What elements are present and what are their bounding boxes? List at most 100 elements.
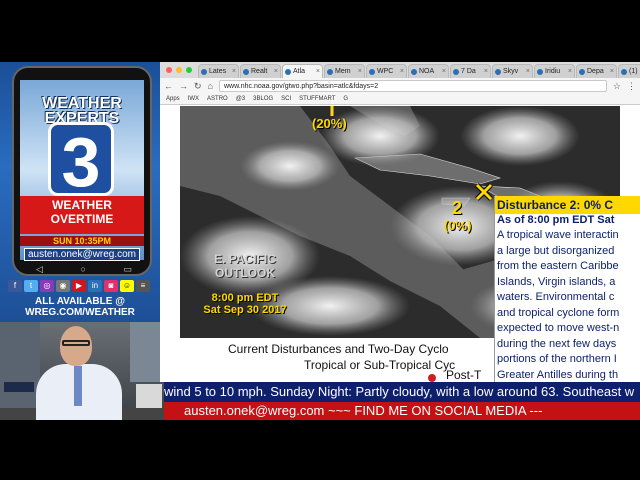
tab-close-icon[interactable]: × [232, 68, 236, 75]
browser-tab[interactable]: NOA × [408, 64, 449, 78]
reload-icon[interactable]: ↻ [194, 81, 202, 92]
tab-close-icon[interactable]: × [274, 68, 278, 75]
rss-icon: ≡ [136, 280, 150, 292]
weather-ticker: wind 5 to 10 mph. Sunday Night: Partly c… [164, 382, 640, 402]
social-ticker: austen.onek@wreg.com ~~~ FIND ME ON SOCI… [164, 402, 640, 420]
pacific-outlook-link[interactable]: E. PACIFIC OUTLOOK [204, 252, 286, 280]
home-icon: ○ [80, 264, 86, 274]
weather-ticker-text: wind 5 to 10 mph. Sunday Night: Partly c… [164, 384, 635, 399]
browser-tab[interactable]: Realt × [240, 64, 281, 78]
minimize-window-button[interactable] [176, 67, 182, 73]
overtime-line2: OVERTIME [50, 212, 114, 226]
zoom-window-button[interactable] [186, 67, 192, 73]
bookmark-item[interactable]: STUFFMART [299, 96, 335, 102]
bookmark-item[interactable]: G [343, 96, 348, 102]
tab-label: Atla [293, 68, 306, 75]
browser-tab[interactable]: Depa × [576, 64, 617, 78]
tab-label: Realt [251, 68, 268, 75]
popup-body: A tropical wave interactin a large but di… [497, 228, 640, 382]
snapchat-icon: ☺ [120, 280, 134, 292]
tab-favicon-icon [201, 68, 207, 75]
browser-tab[interactable]: Mem × [324, 64, 365, 78]
browser-tab[interactable]: Iridiu × [534, 64, 575, 78]
tab-strip: Lates × Realt × Atla × Mem × WPC × NOA × 7 Da × Skyv × I… [160, 62, 640, 78]
tab-favicon-icon [369, 68, 375, 75]
broadcast-frame: WEATHER EXPERTS 3 WEATHER OVERTIME SUN 1… [0, 0, 640, 480]
address-bar[interactable]: www.nhc.noaa.gov/gtwo.php?basin=atlc&fda… [218, 80, 607, 92]
browser-tab[interactable]: 7 Da × [450, 64, 491, 78]
menu-icon[interactable]: ⋮ [627, 81, 636, 92]
time-stamp: 8:00 pm EDT Sat Sep 30 2017 [190, 292, 300, 316]
bookmark-item[interactable]: @3 [236, 96, 245, 102]
popup-line: Islands, Virgin islands, a [497, 275, 616, 288]
browser-tab[interactable]: Lates × [198, 64, 239, 78]
popup-line: expected to move west-n [497, 322, 620, 334]
menu-icon: ▭ [123, 264, 132, 274]
popup-line: from the eastern Caribbe [497, 260, 619, 272]
tabs: Lates × Realt × Atla × Mem × WPC × NOA × 7 Da × Skyv × I… [198, 64, 640, 78]
availability-line2: WREG.COM/WEATHER [25, 307, 135, 318]
popup-line: waters. Environmental c [497, 291, 615, 303]
disturbance-popup: Disturbance 2: 0% C As of 8:00 pm EDT Sa… [494, 196, 640, 382]
facebook-icon: f [8, 280, 22, 292]
tab-label: Iridiu [545, 68, 561, 75]
tab-close-icon[interactable]: × [316, 68, 320, 75]
presenter-webcam [0, 322, 164, 420]
channel-logo: 3 [48, 122, 114, 199]
linkedin-icon: in [88, 280, 102, 292]
home-icon[interactable]: ⌂ [208, 81, 213, 91]
tab-favicon-icon [537, 68, 543, 75]
popup-line: a large but disorganized [497, 244, 615, 257]
letterbox-bottom [0, 420, 640, 480]
bookmark-item[interactable]: SCI [281, 96, 291, 102]
tab-label: (1) [629, 68, 638, 75]
time-stamp-line1: 8:00 pm EDT [211, 292, 279, 304]
legend-marker [428, 374, 436, 382]
forward-arrow-icon[interactable]: → [179, 81, 188, 91]
browser-tab[interactable]: Skyv × [492, 64, 533, 78]
tab-label: 7 Da [461, 68, 476, 75]
time-stamp-line2: Sat Sep 30 2017 [203, 304, 287, 316]
tab-close-icon[interactable]: × [568, 68, 572, 75]
tab-close-icon[interactable]: × [610, 68, 614, 75]
close-window-button[interactable] [166, 67, 172, 73]
show-time: SUN 10:35PM [20, 236, 144, 246]
popup-line: Greater Antilles during th [497, 368, 619, 381]
tab-close-icon[interactable]: × [526, 68, 530, 75]
star-icon[interactable]: ☆ [613, 81, 621, 92]
twitter-icon: t [24, 280, 38, 292]
tab-favicon-icon [453, 68, 459, 75]
popup-line: portions of the northern I [497, 353, 617, 365]
tab-favicon-icon [243, 68, 249, 75]
bookmark-item[interactable]: Apps [166, 96, 180, 102]
tab-close-icon[interactable]: × [400, 68, 404, 75]
tab-label: Mem [335, 68, 351, 75]
promo-email: austen.onek@wreg.com [24, 248, 140, 261]
tab-favicon-icon [285, 68, 291, 75]
browser-tab[interactable]: WPC × [366, 64, 407, 78]
popup-time: As of 8:00 pm EDT Sat [497, 214, 615, 226]
bookmark-item[interactable]: ASTRO [207, 96, 228, 102]
browser-toolbar: ← → ↻ ⌂ www.nhc.noaa.gov/gtwo.php?basin=… [160, 78, 640, 94]
tab-close-icon[interactable]: × [484, 68, 488, 75]
tab-close-icon[interactable]: × [442, 68, 446, 75]
tab-label: Depa [587, 68, 604, 75]
popup-line: A tropical wave interactin [497, 229, 619, 241]
tab-favicon-icon [327, 68, 333, 75]
phone-graphic: WEATHER EXPERTS 3 WEATHER OVERTIME SUN 1… [12, 66, 152, 276]
browser-tab[interactable]: (1)× [618, 64, 640, 78]
back-arrow-icon[interactable]: ← [164, 81, 173, 91]
tab-label: WPC [377, 68, 394, 75]
tab-close-icon[interactable]: × [358, 68, 362, 75]
availability-text: ALL AVAILABLE @ WREG.COM/WEATHER [0, 296, 160, 318]
tab-favicon-icon [579, 68, 585, 75]
legend-text: Post-T [446, 368, 482, 382]
presenter-tie [74, 366, 82, 406]
bookmark-item[interactable]: IWX [188, 96, 199, 102]
bookmark-item[interactable]: 3BLOG [253, 96, 273, 102]
popup-line: and tropical cyclone form [497, 306, 620, 319]
letterbox-top [0, 0, 640, 62]
tab-favicon-icon [495, 68, 501, 75]
browser-tab[interactable]: Atla × [282, 64, 323, 78]
caption-line1: Current Disturbances and Two-Day Cyclo [228, 342, 449, 356]
